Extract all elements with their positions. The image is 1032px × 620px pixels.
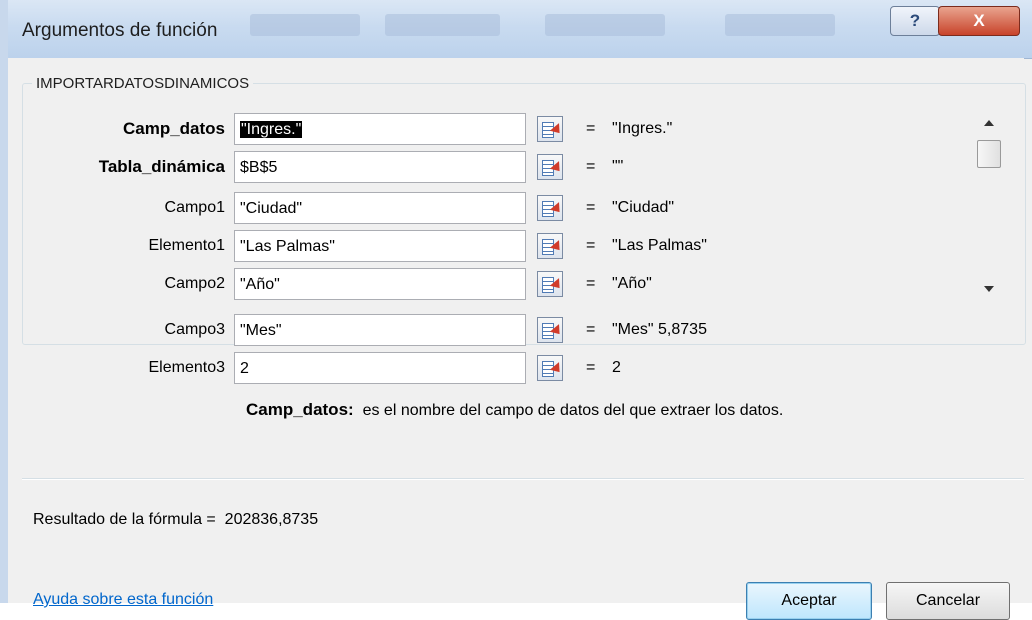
argument-value: "Ingres."	[612, 120, 673, 137]
argument-input-text: "Mes"	[240, 322, 282, 339]
cancel-button[interactable]: Cancelar	[886, 582, 1010, 620]
argument-input[interactable]: "Mes"	[234, 314, 526, 346]
formula-result: Resultado de la fórmula = 202836,8735	[33, 511, 318, 529]
argument-input[interactable]: 2	[234, 352, 526, 384]
scroll-thumb[interactable]	[977, 140, 1001, 168]
background-ghost	[385, 14, 500, 36]
argument-description: Camp_datos: es el nombre del campo de da…	[246, 400, 783, 420]
argument-row: Campo1 "Ciudad" = "Ciudad"	[8, 191, 968, 225]
argument-row: Campo3 "Mes" = "Mes" 5,8735	[8, 313, 968, 347]
collapse-dialog-icon[interactable]	[537, 271, 565, 297]
scroll-down-icon[interactable]	[984, 286, 994, 292]
accept-button[interactable]: Aceptar	[746, 582, 872, 620]
argument-input-text: 2	[240, 360, 249, 377]
help-icon[interactable]: ?	[890, 6, 940, 36]
function-help-link[interactable]: Ayuda sobre esta función	[33, 591, 213, 609]
argument-input-text: "Año"	[240, 276, 280, 293]
argument-label: Elemento1	[148, 237, 226, 254]
argument-value: 2	[612, 359, 621, 376]
argument-row: Elemento1 "Las Palmas" = "Las Palmas"	[8, 229, 968, 263]
collapse-dialog-icon[interactable]	[537, 154, 565, 180]
argument-label: Tabla_dinámica	[98, 157, 225, 176]
title-bar[interactable]: Argumentos de función ? X	[0, 0, 1032, 59]
argument-label: Elemento3	[148, 359, 226, 376]
argument-value: "Las Palmas"	[612, 237, 707, 254]
dialog-body: IMPORTARDATOSDINAMICOS Camp_datos "Ingres…	[8, 58, 1026, 620]
equals-sign: =	[586, 321, 596, 338]
argument-input-text: "Las Palmas"	[240, 238, 335, 255]
argument-row: Tabla_dinámica $B$5 = ""	[8, 150, 968, 184]
close-icon[interactable]: X	[938, 6, 1020, 36]
argument-input[interactable]: "Ingres."	[234, 113, 526, 145]
argument-input[interactable]: "Las Palmas"	[234, 230, 526, 262]
collapse-dialog-icon[interactable]	[537, 317, 565, 343]
equals-sign: =	[586, 237, 596, 254]
background-ghost	[725, 14, 835, 36]
background-ghost	[545, 14, 665, 36]
argument-label: Camp_datos	[122, 119, 225, 138]
argument-row: Camp_datos "Ingres." = "Ingres."	[8, 112, 968, 146]
argument-row: Campo2 "Año" = "Año"	[8, 267, 968, 301]
divider	[22, 478, 1024, 480]
equals-sign: =	[586, 359, 596, 376]
argument-label: Campo2	[164, 275, 225, 292]
arguments-scrollbar[interactable]	[974, 102, 1004, 302]
description-arg-name: Camp_datos:	[246, 400, 354, 419]
argument-input[interactable]: "Ciudad"	[234, 192, 526, 224]
argument-label: Campo3	[164, 321, 225, 338]
collapse-dialog-icon[interactable]	[537, 355, 565, 381]
window-title: Argumentos de función	[22, 20, 218, 41]
window-left-edge	[0, 0, 8, 603]
collapse-dialog-icon[interactable]	[537, 116, 565, 142]
collapse-dialog-icon[interactable]	[537, 195, 565, 221]
background-ghost	[250, 14, 360, 36]
result-label: Resultado de la fórmula =	[33, 511, 216, 528]
argument-value: "Ciudad"	[612, 199, 675, 216]
function-arguments-dialog: Argumentos de función ? X IMPORTARDATOSD…	[0, 0, 1032, 620]
equals-sign: =	[586, 158, 596, 175]
argument-input-text: "Ingres."	[240, 121, 303, 138]
scroll-up-icon[interactable]	[984, 120, 994, 126]
argument-input-text: "Ciudad"	[240, 200, 303, 217]
argument-input[interactable]: $B$5	[234, 151, 526, 183]
argument-row: Elemento3 2 = 2	[8, 351, 968, 385]
equals-sign: =	[586, 199, 596, 216]
argument-input-text: $B$5	[240, 159, 278, 176]
argument-value: "Mes" 5,8735	[612, 321, 707, 338]
collapse-dialog-icon[interactable]	[537, 233, 565, 259]
argument-input[interactable]: "Año"	[234, 268, 526, 300]
function-name: IMPORTARDATOSDINAMICOS	[32, 75, 254, 92]
equals-sign: =	[586, 120, 596, 137]
argument-label: Campo1	[164, 199, 225, 216]
result-value: 202836,8735	[224, 511, 319, 528]
equals-sign: =	[586, 275, 596, 292]
argument-value: "Año"	[612, 275, 652, 292]
argument-value: ""	[612, 158, 624, 175]
description-text: es el nombre del campo de datos del que …	[362, 402, 784, 419]
